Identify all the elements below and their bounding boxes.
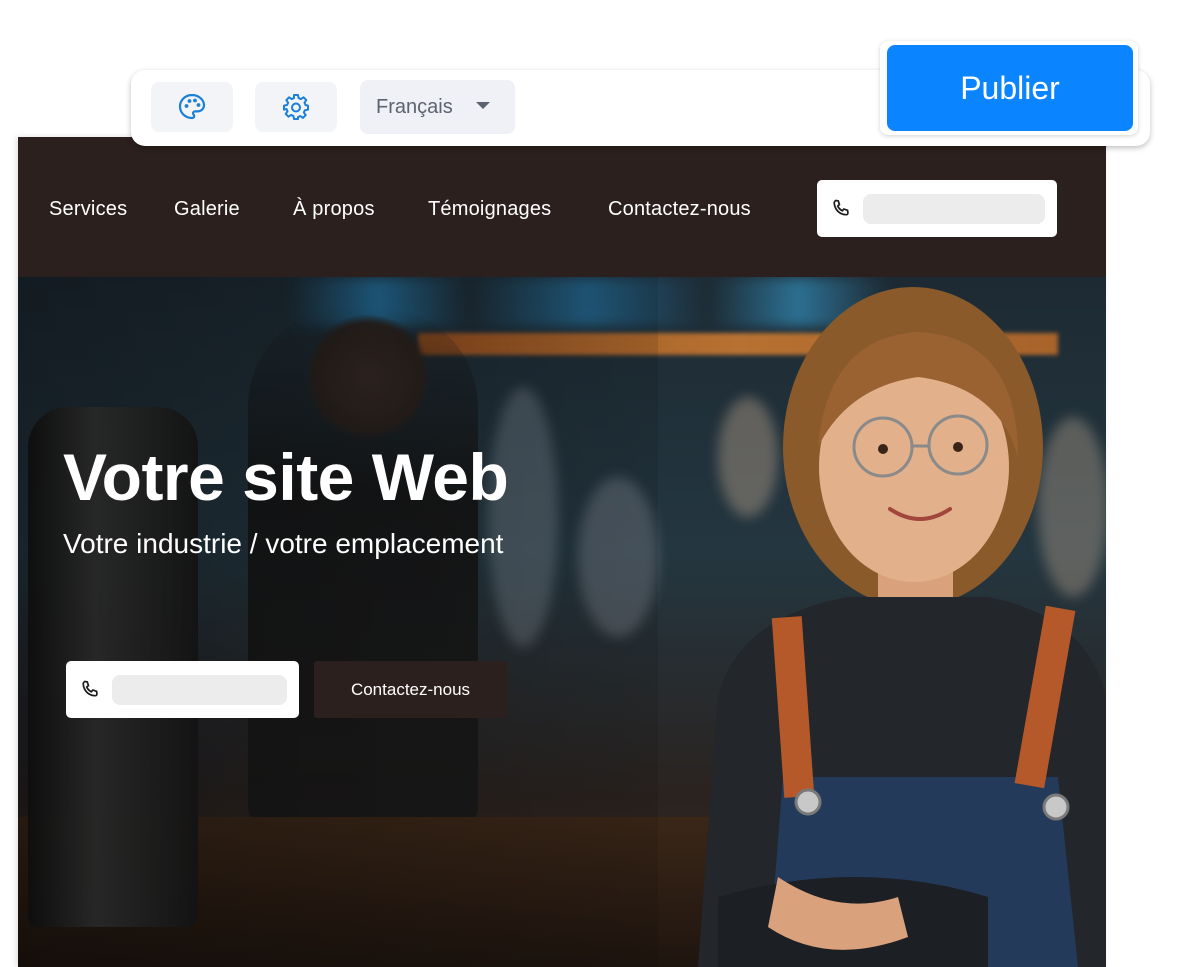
nav-link-a-propos[interactable]: À propos — [293, 197, 375, 221]
nav-link-galerie[interactable]: Galerie — [174, 197, 240, 221]
hero-overlay — [18, 277, 658, 967]
hero-contact-button[interactable]: Contactez-nous — [314, 661, 507, 718]
phone-icon — [82, 680, 98, 697]
palette-icon — [178, 93, 206, 120]
phone-icon — [833, 199, 849, 216]
publish-button[interactable]: Publier — [887, 45, 1133, 131]
website-preview: Services Galerie À propos Témoignages Co… — [18, 137, 1106, 967]
phone-number-placeholder — [863, 193, 1045, 224]
nav-link-temoignages[interactable]: Témoignages — [428, 197, 551, 221]
language-select[interactable]: Français — [360, 80, 515, 134]
language-select-value: Français — [376, 96, 453, 118]
nav-link-services[interactable]: Services — [49, 197, 127, 221]
phone-number-placeholder — [112, 674, 287, 705]
hero-title: Votre site Web — [63, 440, 509, 514]
hero-phone-field[interactable] — [66, 661, 299, 718]
publish-button-container: Publier — [880, 41, 1138, 135]
site-navbar: Services Galerie À propos Témoignages Co… — [18, 137, 1106, 277]
theme-button[interactable] — [151, 82, 233, 132]
settings-button[interactable] — [255, 82, 337, 132]
hero-subtitle: Votre industrie / votre emplacement — [63, 528, 504, 559]
nav-link-contactez-nous[interactable]: Contactez-nous — [608, 197, 751, 221]
gear-icon — [283, 94, 309, 120]
chevron-down-icon — [476, 102, 490, 109]
hero-section: Votre site Web Votre industrie / votre e… — [18, 277, 1106, 967]
nav-phone-field[interactable] — [817, 180, 1057, 237]
hero-barista-photo — [698, 287, 1106, 967]
